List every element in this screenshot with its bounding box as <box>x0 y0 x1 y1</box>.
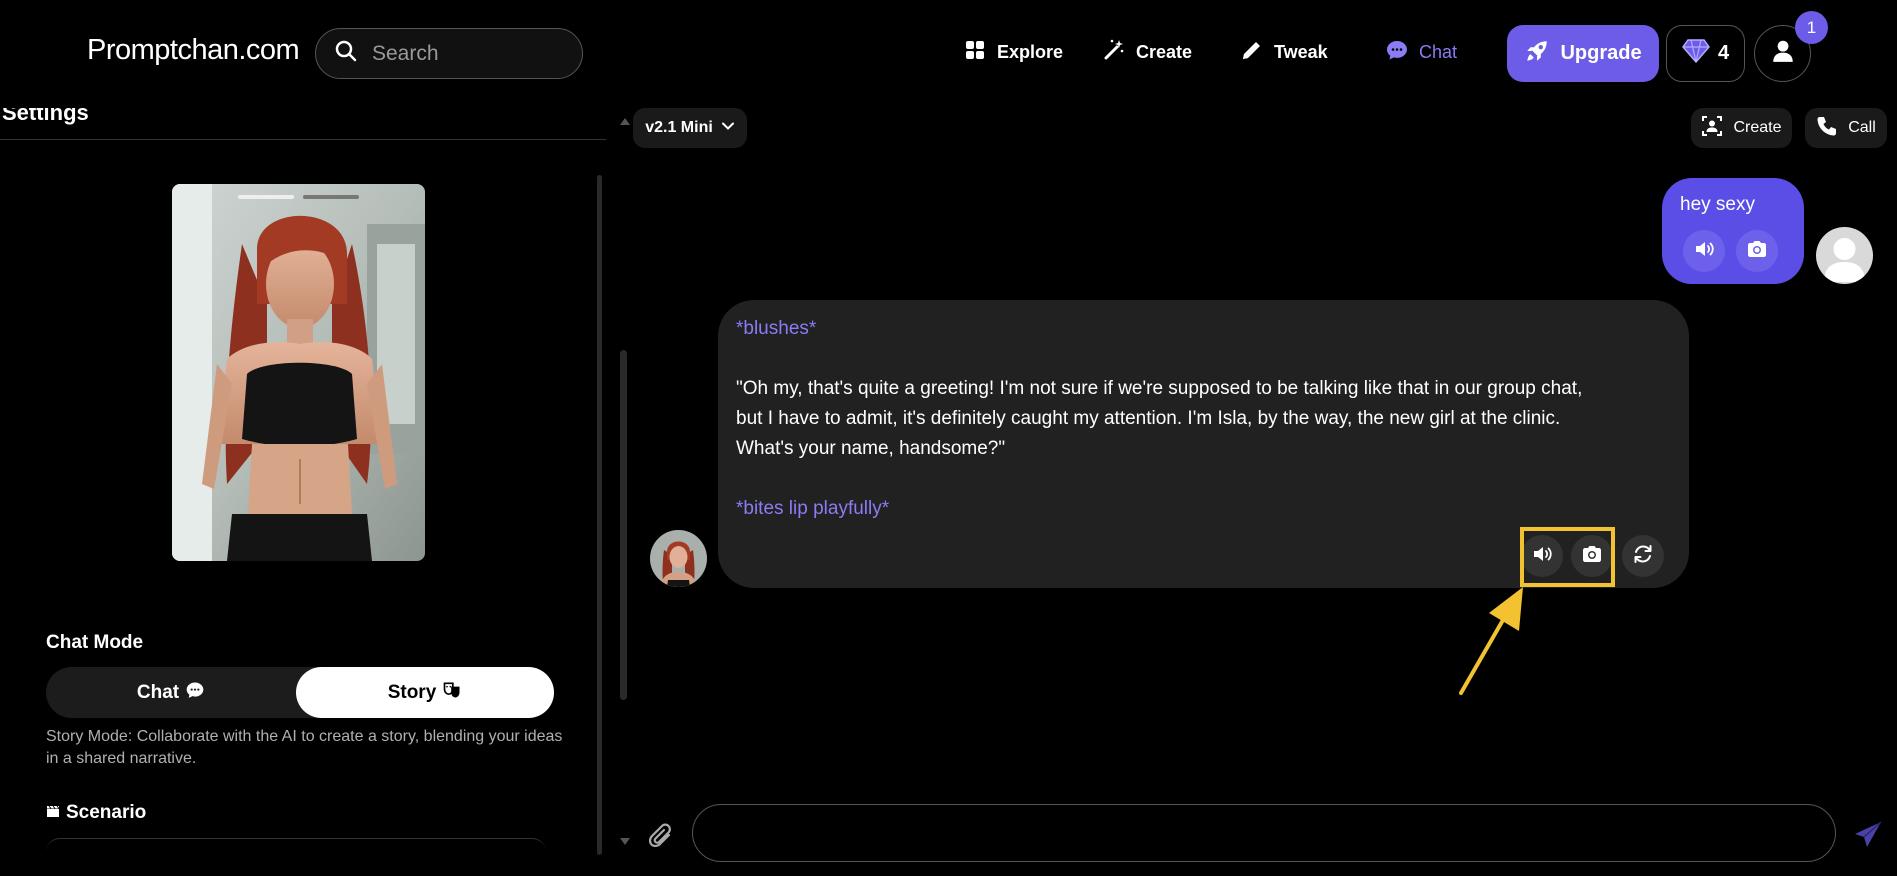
regenerate-button[interactable] <box>1622 535 1664 577</box>
nav-create[interactable]: Create <box>1102 38 1192 67</box>
nav-explore-label: Explore <box>997 42 1064 62</box>
user-avatar[interactable] <box>1816 227 1873 284</box>
search-box[interactable] <box>315 28 583 79</box>
person-frame-icon <box>1701 115 1723 142</box>
chevron-down-icon <box>721 119 735 138</box>
send-icon <box>1853 821 1883 854</box>
rocket-icon <box>1524 38 1550 70</box>
story-mode-label-text: Story <box>387 681 437 703</box>
character-avatar[interactable] <box>650 530 707 587</box>
paperclip-icon <box>647 823 677 856</box>
upgrade-button[interactable]: Upgrade <box>1507 25 1659 82</box>
nav-chat-label: Chat <box>1419 42 1458 62</box>
upgrade-label: Upgrade <box>1560 42 1642 64</box>
settings-title: Settings <box>2 100 89 125</box>
ai-message-line: "Oh my, that's quite a greeting! I'm not… <box>736 378 1583 399</box>
model-label: v2.1 Mini <box>645 119 713 136</box>
nav-chat[interactable]: Chat <box>1385 38 1457 67</box>
call-label: Call <box>1848 119 1876 136</box>
ai-message-line: What's your name, handsome?" <box>736 438 1006 459</box>
nav-explore[interactable]: Explore <box>963 38 1063 67</box>
chat-scroll-up[interactable] <box>620 118 630 125</box>
play-audio-button[interactable] <box>1683 230 1725 272</box>
user-message: hey sexy <box>1662 178 1804 284</box>
ai-action-text: *bites lip playfully* <box>736 498 890 519</box>
search-input[interactable] <box>372 41 562 66</box>
ai-action-text: *blushes* <box>736 318 817 339</box>
phone-icon <box>1816 115 1838 142</box>
grid-icon <box>963 38 987 67</box>
chat-mode-button[interactable]: Chat <box>46 667 296 718</box>
scenario-field[interactable] <box>46 838 546 858</box>
pencil-icon <box>1240 38 1264 67</box>
nav-create-label: Create <box>1136 42 1193 62</box>
model-selector[interactable]: v2.1 Mini <box>633 108 747 148</box>
refresh-icon <box>1632 543 1654 570</box>
diamond-icon <box>1681 38 1710 70</box>
scenario-label: Scenario <box>66 802 147 823</box>
camera-icon <box>1746 238 1768 265</box>
slide-indicator[interactable] <box>303 195 359 199</box>
nav-tweak-label: Tweak <box>1274 42 1328 62</box>
chat-mode-label: Chat Mode <box>46 632 144 653</box>
attach-button[interactable] <box>647 822 677 852</box>
message-input[interactable] <box>692 804 1836 862</box>
ai-message-line: but I have to admit, it's definitely cau… <box>736 408 1561 429</box>
send-button[interactable] <box>1853 820 1883 850</box>
clapperboard-icon <box>46 802 60 824</box>
chat-bubble-icon <box>1385 38 1409 67</box>
user-message-text: hey sexy <box>1680 194 1755 215</box>
chat-mode-toggle: Chat Story <box>46 667 554 718</box>
nav-tweak[interactable]: Tweak <box>1240 38 1328 67</box>
magic-wand-icon <box>1102 38 1126 67</box>
mode-description: Story Mode: Collaborate with the AI to c… <box>46 728 563 767</box>
chat-bubble-icon <box>185 680 205 706</box>
call-button[interactable]: Call <box>1805 108 1887 148</box>
user-icon <box>1770 38 1796 69</box>
speaker-icon <box>1693 238 1715 265</box>
chat-mode-label-text: Chat <box>136 681 180 703</box>
top-bar: Promptchan.com Explore Create Tweak Chat <box>0 0 1897 108</box>
slide-indicator-active[interactable] <box>238 195 294 199</box>
story-mode-button[interactable]: Story <box>296 667 554 718</box>
chat-scroll-down[interactable] <box>620 838 630 845</box>
chat-scrollbar[interactable] <box>620 350 627 700</box>
settings-panel: Settings Chat Mode Chat Story Story Mode… <box>0 100 610 876</box>
notification-badge[interactable]: 1 <box>1795 11 1828 44</box>
theater-masks-icon <box>442 680 462 706</box>
annotation-arrow <box>1459 587 1523 695</box>
highlight-box <box>1520 527 1615 587</box>
create-label: Create <box>1733 119 1782 136</box>
gems-count: 4 <box>1717 42 1730 64</box>
scenario-heading: Scenario <box>46 802 146 824</box>
generate-image-button[interactable] <box>1736 230 1778 272</box>
search-icon <box>334 39 358 68</box>
create-image-button[interactable]: Create <box>1691 108 1792 148</box>
gems-counter[interactable]: 4 <box>1666 25 1745 82</box>
character-portrait[interactable] <box>172 184 425 561</box>
divider <box>0 139 606 140</box>
logo[interactable]: Promptchan.com <box>87 34 300 67</box>
settings-scrollbar[interactable] <box>597 175 602 855</box>
